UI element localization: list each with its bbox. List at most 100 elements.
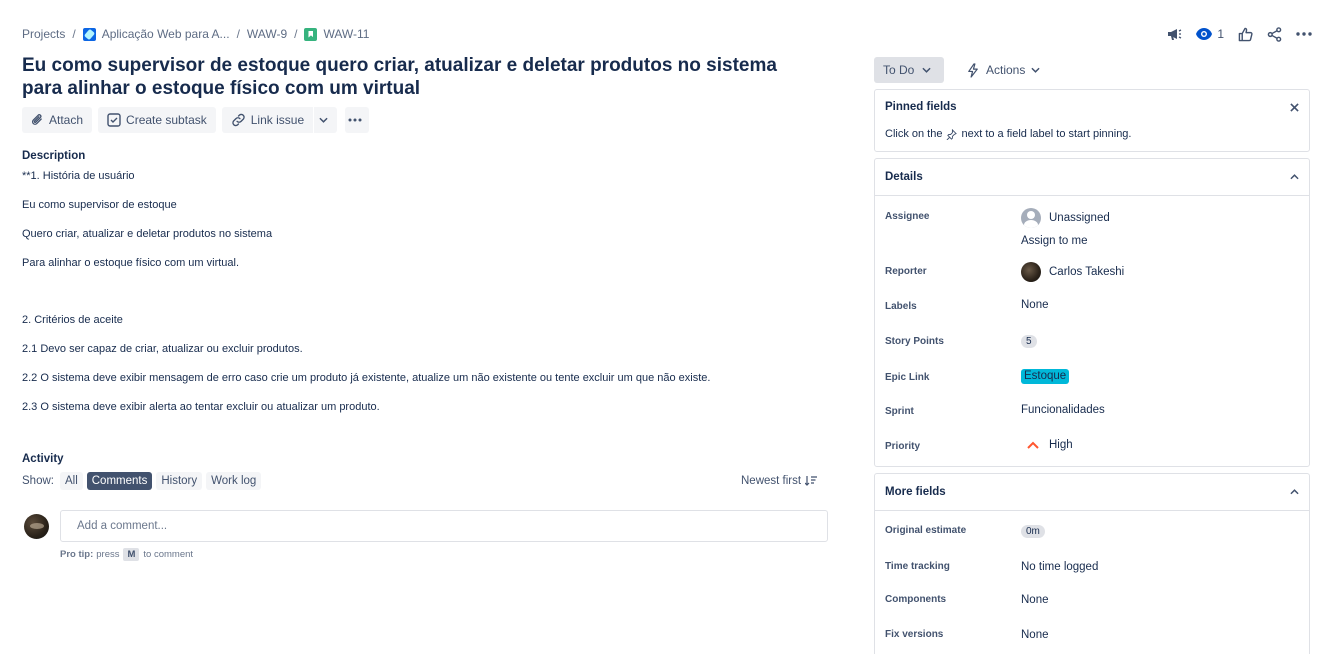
story-points-value[interactable]: 5	[1021, 335, 1037, 348]
more-fields-header[interactable]: More fields	[875, 474, 1309, 511]
current-user-avatar	[24, 514, 49, 539]
assignee-value[interactable]: Unassigned	[1021, 208, 1110, 228]
watch-count: 1	[1217, 27, 1224, 41]
field-label: Sprint	[885, 406, 914, 417]
field-label: Original estimate	[885, 525, 967, 536]
story-points-badge: 5	[1021, 335, 1037, 348]
breadcrumb-project-label: Aplicação Web para A...	[101, 27, 230, 41]
pinned-fields-message: Click on the next to a field label to st…	[885, 128, 1131, 140]
project-icon	[82, 27, 96, 41]
chevron-down-icon	[319, 117, 328, 123]
sort-icon	[805, 476, 818, 486]
chevron-down-icon	[1031, 67, 1040, 73]
lightning-icon	[968, 62, 978, 78]
more-fields-panel: More fields Original estimate 0m Time tr…	[874, 473, 1310, 654]
sort-order-button[interactable]: Newest first	[741, 475, 818, 487]
assignee-name: Unassigned	[1049, 212, 1110, 224]
fix-versions-value[interactable]: None	[1021, 629, 1049, 641]
original-estimate-value[interactable]: 0m	[1021, 525, 1045, 538]
labels-value[interactable]: None	[1021, 299, 1049, 311]
field-label: Fix versions	[885, 629, 944, 640]
share-icon[interactable]	[1267, 24, 1282, 44]
breadcrumb-projects[interactable]: Projects	[22, 27, 65, 41]
comment-placeholder: Add a comment...	[77, 520, 168, 532]
chevron-up-icon	[1290, 174, 1299, 180]
issue-top-actions: 1	[1166, 24, 1312, 44]
comment-input[interactable]: Add a comment...	[60, 510, 828, 542]
actions-dropdown[interactable]: Actions	[960, 57, 1046, 83]
sprint-value[interactable]: Funcionalidades	[1021, 404, 1105, 416]
description-line: 2.2 O sistema deve exibir mensagem de er…	[22, 372, 711, 384]
issue-title[interactable]: Eu como supervisor de estoque quero cria…	[22, 54, 812, 100]
attach-button[interactable]: Attach	[22, 107, 93, 133]
breadcrumb-issue-label: WAW-11	[323, 27, 370, 41]
description-line: 2. Critérios de aceite	[22, 314, 123, 326]
pinned-msg-before: Click on the	[885, 128, 943, 140]
breadcrumb-separator: /	[72, 27, 76, 41]
issue-toolbar: Attach Create subtask Link issue	[22, 107, 370, 133]
field-label: Time tracking	[885, 561, 950, 572]
pinned-fields-panel: Pinned fields Click on the next to a fie…	[874, 89, 1310, 152]
field-label: Epic Link	[885, 372, 930, 383]
filter-history[interactable]: History	[156, 472, 203, 490]
story-icon	[304, 27, 318, 41]
filter-all[interactable]: All	[59, 472, 83, 490]
more-options-icon[interactable]	[1296, 24, 1312, 44]
assign-to-me-link[interactable]: Assign to me	[1021, 235, 1087, 247]
field-label: Labels	[885, 301, 917, 312]
filter-comments[interactable]: Comments	[86, 472, 153, 490]
actions-label: Actions	[986, 63, 1026, 77]
priority-name: High	[1049, 439, 1073, 451]
reporter-value[interactable]: Carlos Takeshi	[1021, 262, 1124, 282]
status-label: To Do	[883, 63, 915, 77]
breadcrumb: Projects / Aplicação Web para A... / WAW…	[22, 27, 369, 41]
field-label: Components	[885, 594, 947, 605]
description-line: Eu como supervisor de estoque	[22, 199, 177, 211]
chevron-down-icon	[922, 67, 931, 73]
field-label: Priority	[885, 441, 921, 452]
close-icon[interactable]	[1290, 101, 1299, 115]
toolbar-more-button[interactable]	[345, 107, 370, 133]
breadcrumb-separator: /	[294, 27, 298, 41]
pro-tip-rest: to comment	[143, 549, 194, 560]
watch-button[interactable]: 1	[1196, 24, 1224, 44]
unassigned-avatar-icon	[1021, 208, 1041, 228]
feedback-megaphone-icon[interactable]	[1166, 24, 1182, 44]
pro-tip-press: press	[96, 549, 120, 560]
keyboard-shortcut-key: M	[123, 548, 140, 561]
description-line: 2.1 Devo ser capaz de criar, atualizar o…	[22, 343, 303, 355]
link-issue-label: Link issue	[250, 113, 305, 127]
description-line: 2.3 O sistema deve exibir alerta ao tent…	[22, 401, 380, 413]
filter-work-log[interactable]: Work log	[206, 472, 262, 490]
status-dropdown[interactable]: To Do	[874, 57, 944, 83]
priority-high-icon	[1027, 441, 1039, 449]
field-label: Reporter	[885, 266, 927, 277]
field-label: Story Points	[885, 336, 944, 347]
description-heading: Description	[22, 150, 86, 162]
sort-order-label: Newest first	[741, 475, 802, 487]
link-icon	[232, 113, 245, 127]
epic-link-value[interactable]: Estoque	[1021, 369, 1070, 384]
avatar	[1021, 262, 1041, 282]
description-line: Quero criar, atualizar e deletar produto…	[22, 228, 273, 240]
breadcrumb-project[interactable]: Aplicação Web para A...	[82, 27, 230, 41]
details-header[interactable]: Details	[875, 159, 1309, 196]
chevron-up-icon	[1290, 489, 1299, 495]
like-icon[interactable]	[1238, 24, 1253, 44]
details-panel: Details Assignee Unassigned Assign to me…	[874, 158, 1310, 467]
show-label: Show:	[22, 475, 54, 487]
create-subtask-label: Create subtask	[126, 113, 207, 127]
breadcrumb-parent[interactable]: WAW-9	[247, 27, 287, 41]
more-fields-heading: More fields	[885, 486, 946, 498]
components-value[interactable]: None	[1021, 594, 1049, 606]
activity-heading: Activity	[22, 453, 64, 465]
priority-value[interactable]: High	[1021, 439, 1073, 451]
create-subtask-button[interactable]: Create subtask	[98, 107, 216, 133]
description-line: **1. História de usuário	[22, 170, 135, 182]
link-issue-button[interactable]: Link issue	[222, 107, 313, 133]
link-issue-dropdown[interactable]	[313, 107, 337, 133]
pro-tip-label: Pro tip:	[60, 549, 94, 560]
description-line: Para alinhar o estoque físico com um vir…	[22, 257, 240, 269]
breadcrumb-issue[interactable]: WAW-11	[304, 27, 369, 41]
time-tracking-value[interactable]: No time logged	[1021, 561, 1098, 573]
